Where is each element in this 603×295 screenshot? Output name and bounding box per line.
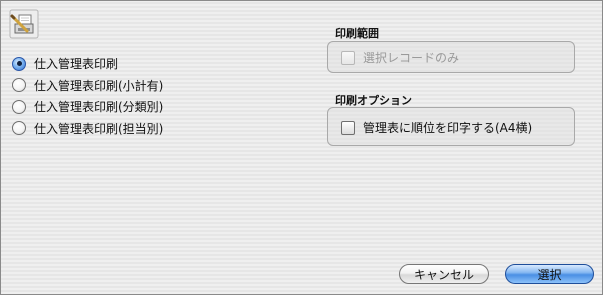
printer-icon	[9, 9, 39, 39]
radio-label: 仕入管理表印刷	[34, 57, 119, 71]
radio-option-print-by-category[interactable]: 仕入管理表印刷(分類別)	[12, 96, 163, 117]
print-options-title: 印刷オプション	[335, 94, 412, 107]
radio-option-print-with-subtotals[interactable]: 仕入管理表印刷(小計有)	[12, 75, 163, 96]
radio-selected-icon[interactable]	[12, 56, 26, 71]
radio-option-print-ledger[interactable]: 仕入管理表印刷	[12, 53, 163, 74]
selected-records-only-label: 選択レコードのみ	[363, 51, 460, 65]
print-rank-checkbox-row[interactable]: 管理表に順位を印字する(A4横)	[341, 119, 532, 136]
print-range-title: 印刷範囲	[335, 27, 379, 40]
print-dialog: 仕入管理表印刷 仕入管理表印刷(小計有) 仕入管理表印刷(分類別) 仕入管理表印…	[0, 0, 603, 295]
cancel-button[interactable]: キャンセル	[399, 264, 489, 284]
radio-option-print-by-staff[interactable]: 仕入管理表印刷(担当別)	[12, 118, 163, 139]
checkbox-icon	[341, 50, 355, 65]
print-type-radio-group: 仕入管理表印刷 仕入管理表印刷(小計有) 仕入管理表印刷(分類別) 仕入管理表印…	[12, 53, 163, 139]
radio-label: 仕入管理表印刷(担当別)	[34, 121, 164, 136]
print-rank-label: 管理表に順位を印字する(A4横)	[363, 121, 533, 135]
selected-records-only-checkbox-row: 選択レコードのみ	[341, 49, 459, 66]
checkbox-icon[interactable]	[341, 120, 355, 135]
radio-label: 仕入管理表印刷(小計有)	[34, 78, 164, 93]
radio-icon[interactable]	[12, 78, 26, 92]
radio-icon[interactable]	[12, 121, 26, 135]
radio-label: 仕入管理表印刷(分類別)	[34, 100, 164, 114]
select-button[interactable]: 選択	[505, 264, 594, 284]
radio-icon[interactable]	[12, 99, 26, 114]
